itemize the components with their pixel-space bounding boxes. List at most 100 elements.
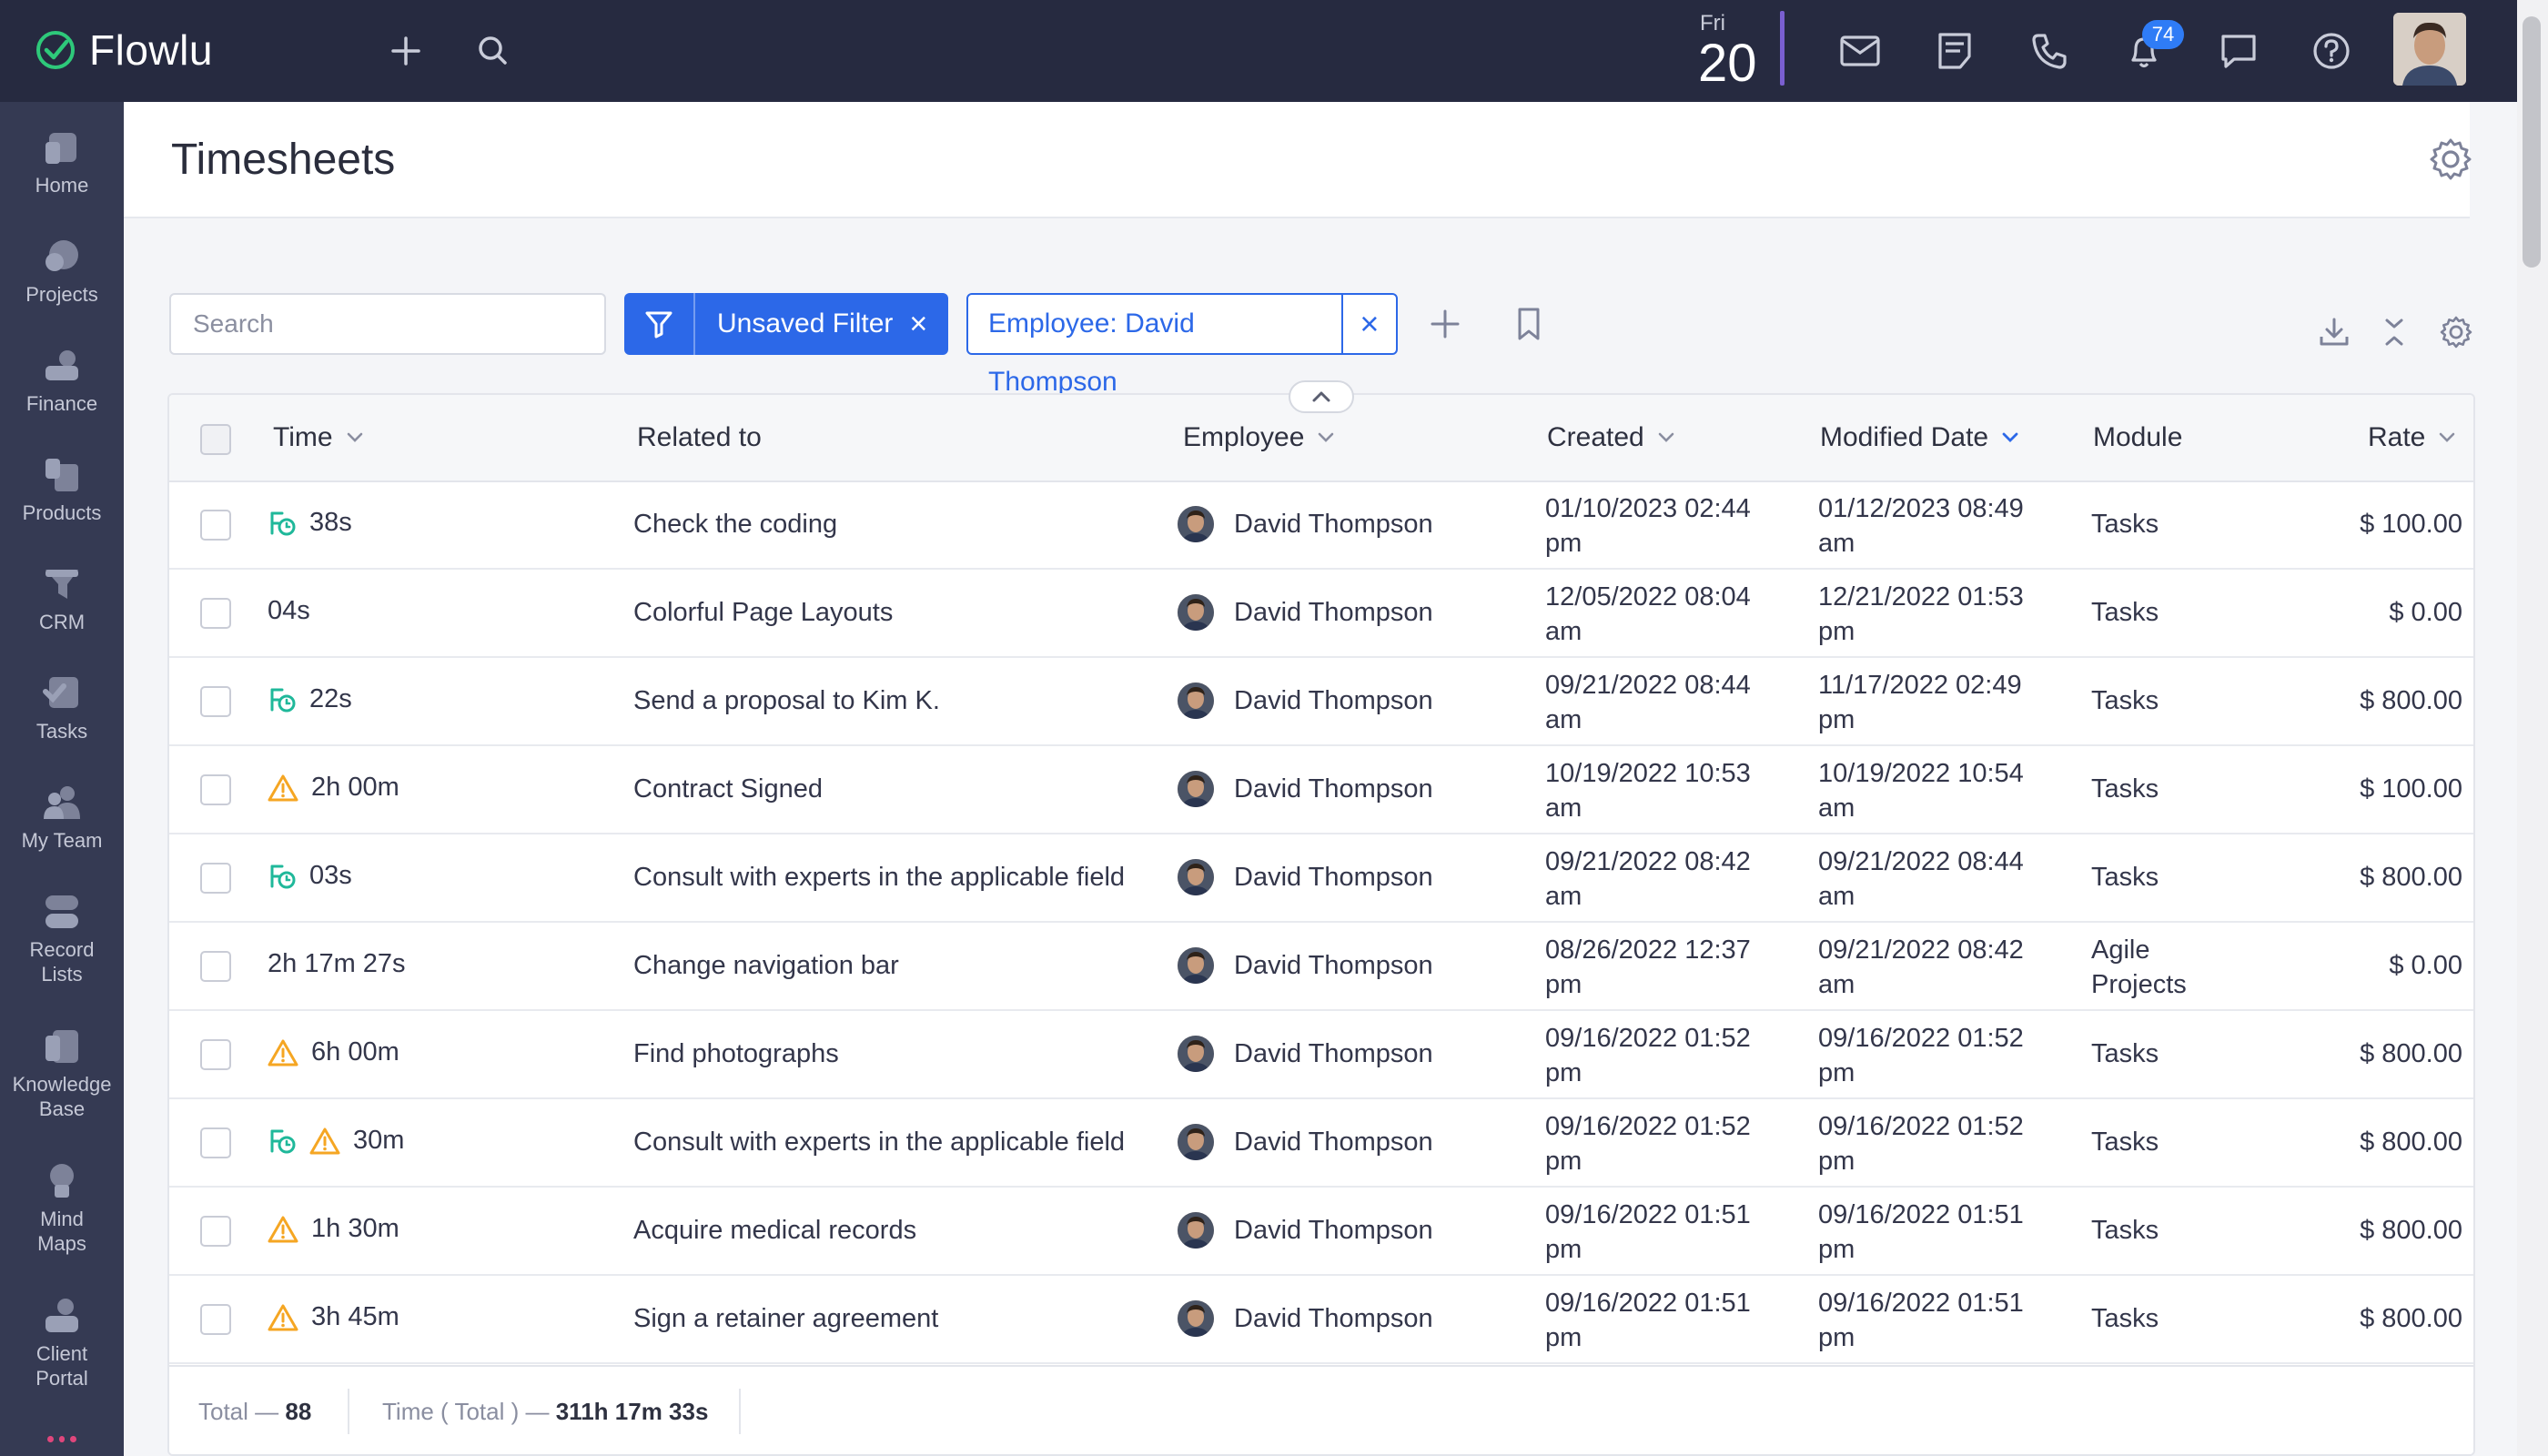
created-ampm: am bbox=[1545, 794, 1582, 823]
related-to-link[interactable]: Contract Signed bbox=[633, 774, 823, 804]
column-header-time[interactable]: Time bbox=[273, 422, 364, 453]
table-row[interactable]: 1h 30m Acquire medical records David Thomp… bbox=[169, 1188, 2473, 1276]
timer-icon bbox=[268, 685, 297, 714]
row-checkbox[interactable] bbox=[200, 510, 231, 541]
created-cell: 08/26/2022 12:37 pm bbox=[1545, 933, 1751, 1002]
notes-icon[interactable] bbox=[1931, 27, 1978, 75]
sidebar-item-crm[interactable]: CRM bbox=[0, 564, 124, 634]
table-row[interactable]: 6h 00m Find photographs David Thompson 09/1… bbox=[169, 1012, 2473, 1099]
table-row[interactable]: 30m Consult with experts in the applicabl… bbox=[169, 1100, 2473, 1188]
row-checkbox[interactable] bbox=[200, 1216, 231, 1247]
table-row[interactable]: 22s Send a proposal to Kim K. David Thomps… bbox=[169, 659, 2473, 746]
related-to-link[interactable]: Check the coding bbox=[633, 510, 837, 540]
filter-button[interactable]: Unsaved Filter × bbox=[624, 293, 948, 355]
employee-filter-chip[interactable]: Employee: David Thompson × bbox=[966, 293, 1398, 397]
page-scrollbar-thumb[interactable] bbox=[2523, 16, 2541, 268]
table-row[interactable]: 38s Check the coding David Thompson 01/10/2… bbox=[169, 482, 2473, 570]
sidebar-item-tasks[interactable]: Tasks bbox=[0, 673, 124, 743]
related-to-link[interactable]: Send a proposal to Kim K. bbox=[633, 686, 940, 716]
created-date: 01/10/2023 02:44 bbox=[1545, 494, 1751, 523]
employee-cell[interactable]: David Thompson bbox=[1178, 1212, 1433, 1249]
table-row[interactable]: 3h 45m Sign a retainer agreement David Tho… bbox=[169, 1277, 2473, 1364]
time-cell: 2h 17m 27s bbox=[268, 949, 406, 979]
phone-icon[interactable] bbox=[2026, 27, 2073, 75]
plus-icon[interactable] bbox=[382, 27, 430, 75]
column-header-module[interactable]: Module bbox=[2093, 422, 2182, 453]
mail-icon[interactable] bbox=[1836, 27, 1884, 75]
date-widget[interactable]: Fri 20 bbox=[1698, 9, 1789, 93]
employee-cell[interactable]: David Thompson bbox=[1178, 594, 1433, 631]
page-title: Timesheets bbox=[171, 136, 396, 184]
sidebar-item-mind-maps[interactable]: Mind Maps bbox=[0, 1161, 124, 1256]
table-row[interactable]: 03s Consult with experts in the applicabl… bbox=[169, 835, 2473, 923]
sidebar-item-record-lists[interactable]: Record Lists bbox=[0, 892, 124, 986]
chip-remove-icon[interactable]: × bbox=[1343, 305, 1396, 343]
employee-cell[interactable]: David Thompson bbox=[1178, 682, 1433, 719]
table-row[interactable]: 04s Colorful Page Layouts David Thompson 12… bbox=[169, 571, 2473, 658]
search-input[interactable]: Search bbox=[169, 293, 606, 355]
modified-cell: 12/21/2022 01:53 pm bbox=[1818, 580, 2024, 649]
filter-clear-icon[interactable]: × bbox=[909, 308, 927, 339]
table-row[interactable]: 2h 00m Contract Signed David Thompson 10/19… bbox=[169, 747, 2473, 834]
row-checkbox[interactable] bbox=[200, 598, 231, 629]
employee-cell[interactable]: David Thompson bbox=[1178, 1300, 1433, 1337]
related-to-link[interactable]: Find photographs bbox=[633, 1039, 839, 1069]
sidebar-item-home[interactable]: Home bbox=[0, 127, 124, 197]
sidebar-item-knowledge-base[interactable]: Knowledge Base bbox=[0, 1026, 124, 1121]
row-checkbox[interactable] bbox=[200, 951, 231, 982]
created-date: 12/05/2022 08:04 bbox=[1545, 582, 1751, 612]
row-checkbox[interactable] bbox=[200, 774, 231, 805]
time-cell: 30m bbox=[268, 1126, 404, 1156]
column-header-created[interactable]: Created bbox=[1547, 422, 1675, 453]
bookmark-icon[interactable] bbox=[1507, 302, 1551, 346]
add-filter-plus-icon[interactable] bbox=[1423, 302, 1467, 346]
table-settings-gear-icon[interactable] bbox=[2435, 311, 2477, 353]
warning-icon bbox=[268, 774, 298, 803]
sidebar-item-products[interactable]: Products bbox=[0, 455, 124, 525]
employee-cell[interactable]: David Thompson bbox=[1178, 506, 1433, 542]
employee-cell[interactable]: David Thompson bbox=[1178, 1036, 1433, 1072]
column-header-modified-date[interactable]: Modified Date bbox=[1820, 422, 2019, 453]
row-checkbox[interactable] bbox=[200, 863, 231, 894]
filter-funnel-icon[interactable] bbox=[624, 293, 695, 355]
column-header-related-to[interactable]: Related to bbox=[637, 422, 762, 453]
created-cell: 09/21/2022 08:44 am bbox=[1545, 668, 1751, 737]
timer-icon bbox=[268, 862, 297, 891]
user-avatar[interactable] bbox=[2393, 13, 2466, 86]
sidebar-item-projects[interactable]: Projects bbox=[0, 237, 124, 307]
search-icon[interactable] bbox=[470, 27, 517, 75]
related-to-link[interactable]: Sign a retainer agreement bbox=[633, 1304, 938, 1334]
employee-avatar bbox=[1178, 1124, 1214, 1160]
employee-name: David Thompson bbox=[1234, 1303, 1433, 1333]
download-icon[interactable] bbox=[2313, 311, 2355, 353]
collapse-filters-handle[interactable] bbox=[1289, 380, 1354, 413]
apps-dots-icon[interactable] bbox=[47, 1436, 77, 1451]
related-to-link[interactable]: Acquire medical records bbox=[633, 1216, 916, 1246]
related-to-link[interactable]: Consult with experts in the applicable f… bbox=[633, 863, 1125, 893]
collapse-rows-icon[interactable] bbox=[2373, 311, 2415, 353]
help-icon[interactable] bbox=[2308, 27, 2355, 75]
related-to-link[interactable]: Consult with experts in the applicable f… bbox=[633, 1127, 1125, 1158]
employee-cell[interactable]: David Thompson bbox=[1178, 859, 1433, 895]
employee-cell[interactable]: David Thompson bbox=[1178, 947, 1433, 984]
sidebar-item-my-team[interactable]: My Team bbox=[0, 783, 124, 853]
footer-total-label: Total — bbox=[198, 1398, 279, 1425]
module-cell: Tasks bbox=[2091, 1216, 2159, 1246]
row-checkbox[interactable] bbox=[200, 1304, 231, 1335]
row-checkbox[interactable] bbox=[200, 1039, 231, 1070]
app-logo[interactable]: Flowlu bbox=[35, 25, 213, 75]
employee-cell[interactable]: David Thompson bbox=[1178, 771, 1433, 807]
select-all-checkbox[interactable] bbox=[200, 424, 231, 455]
column-header-employee[interactable]: Employee bbox=[1183, 422, 1335, 453]
table-row[interactable]: 2h 17m 27s Change navigation bar David Tho… bbox=[169, 924, 2473, 1011]
chat-icon[interactable] bbox=[2215, 27, 2262, 75]
related-to-link[interactable]: Colorful Page Layouts bbox=[633, 598, 893, 628]
column-header-rate[interactable]: Rate bbox=[2368, 422, 2456, 453]
employee-cell[interactable]: David Thompson bbox=[1178, 1124, 1433, 1160]
row-checkbox[interactable] bbox=[200, 686, 231, 717]
related-to-link[interactable]: Change navigation bar bbox=[633, 951, 899, 981]
sidebar-item-client-portal[interactable]: Client Portal bbox=[0, 1296, 124, 1390]
sidebar-item-finance[interactable]: Finance bbox=[0, 346, 124, 416]
row-checkbox[interactable] bbox=[200, 1127, 231, 1158]
page-settings-gear-icon[interactable] bbox=[2428, 136, 2473, 187]
